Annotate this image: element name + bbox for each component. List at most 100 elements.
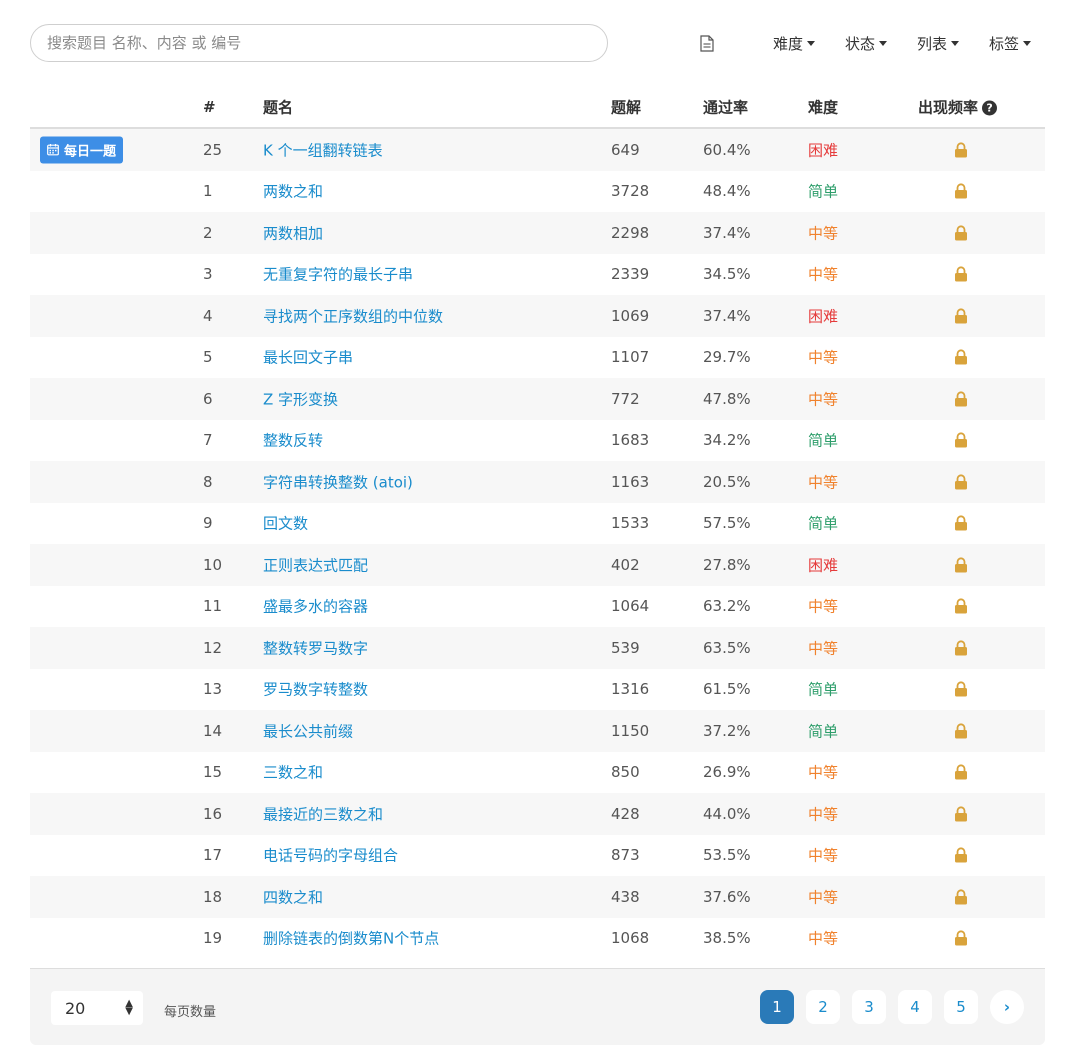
problem-title-link[interactable]: 寻找两个正序数组的中位数 <box>263 305 443 326</box>
page-button-1[interactable]: 1 <box>760 990 794 1024</box>
caret-down-icon <box>806 40 815 46</box>
table-row[interactable]: 13 罗马数字转整数 1316 61.5% 简单 <box>30 669 1045 711</box>
problem-title-link[interactable]: 最接近的三数之和 <box>263 803 383 824</box>
header-frequency[interactable]: 出现频率? <box>918 97 998 118</box>
lock-icon[interactable] <box>954 598 968 614</box>
solution-count: 2298 <box>611 223 650 242</box>
table-header: # 题名 题解 通过率 难度 出现频率? <box>30 87 1045 129</box>
difficulty-label: 中等 <box>808 763 839 782</box>
table-row[interactable]: 1 两数之和 3728 48.4% 简单 <box>30 171 1045 213</box>
acceptance-rate: 34.2% <box>703 431 751 450</box>
table-row[interactable]: 14 最长公共前缀 1150 37.2% 简单 <box>30 710 1045 752</box>
table-row[interactable]: 19 删除链表的倒数第N个节点 1068 38.5% 中等 <box>30 918 1045 960</box>
page-button-3[interactable]: 3 <box>852 990 886 1024</box>
table-row[interactable]: 5 最长回文子串 1107 29.7% 中等 <box>30 337 1045 379</box>
document-icon[interactable] <box>699 34 715 52</box>
solution-count: 772 <box>611 389 640 408</box>
table-row[interactable]: 4 寻找两个正序数组的中位数 1069 37.4% 困难 <box>30 295 1045 337</box>
lock-icon[interactable] <box>954 266 968 282</box>
pagination-footer: 20 ▲ ▼ 每页数量 1 2 3 4 5 › <box>30 968 1045 1045</box>
lock-icon[interactable] <box>954 723 968 739</box>
acceptance-rate: 34.5% <box>703 265 751 284</box>
lock-icon[interactable] <box>954 806 968 822</box>
problem-title-link[interactable]: 回文数 <box>263 513 308 534</box>
table-row[interactable]: 17 电话号码的字母组合 873 53.5% 中等 <box>30 835 1045 877</box>
problem-number: 9 <box>203 514 213 533</box>
lock-icon[interactable] <box>954 681 968 697</box>
lock-icon[interactable] <box>954 349 968 365</box>
problem-title-link[interactable]: 删除链表的倒数第N个节点 <box>263 928 439 949</box>
solution-count: 1069 <box>611 306 650 325</box>
page-button-5[interactable]: 5 <box>944 990 978 1024</box>
header-frequency-label: 出现频率 <box>918 98 979 117</box>
lock-icon[interactable] <box>954 142 968 158</box>
problem-title-link[interactable]: 四数之和 <box>263 886 323 907</box>
help-icon[interactable]: ? <box>982 100 998 116</box>
lock-icon[interactable] <box>954 930 968 946</box>
table-row[interactable]: 每日一题 25 K 个一组翻转链表 649 60.4% 困难 <box>30 129 1045 171</box>
header-difficulty[interactable]: 难度 <box>808 97 838 118</box>
table-row[interactable]: 11 盛最多水的容器 1064 63.2% 中等 <box>30 586 1045 628</box>
lock-icon[interactable] <box>954 515 968 531</box>
next-page-button[interactable]: › <box>990 990 1024 1024</box>
difficulty-label: 简单 <box>808 680 839 699</box>
filter-bar: 难度 状态 列表 标签 <box>699 24 1031 62</box>
lock-icon[interactable] <box>954 432 968 448</box>
table-row[interactable]: 18 四数之和 438 37.6% 中等 <box>30 876 1045 918</box>
table-row[interactable]: 10 正则表达式匹配 402 27.8% 困难 <box>30 544 1045 586</box>
page-button-4[interactable]: 4 <box>898 990 932 1024</box>
problem-title-link[interactable]: 盛最多水的容器 <box>263 596 368 617</box>
lock-icon[interactable] <box>954 474 968 490</box>
status-dropdown[interactable]: 状态 <box>845 33 887 54</box>
difficulty-label: 简单 <box>808 722 839 741</box>
lock-icon[interactable] <box>954 764 968 780</box>
problem-title-link[interactable]: 两数之和 <box>263 181 323 202</box>
lock-icon[interactable] <box>954 557 968 573</box>
table-row[interactable]: 2 两数相加 2298 37.4% 中等 <box>30 212 1045 254</box>
table-row[interactable]: 12 整数转罗马数字 539 63.5% 中等 <box>30 627 1045 669</box>
lock-icon[interactable] <box>954 889 968 905</box>
problem-title-link[interactable]: 罗马数字转整数 <box>263 679 368 700</box>
table-row[interactable]: 15 三数之和 850 26.9% 中等 <box>30 752 1045 794</box>
problem-title-link[interactable]: 最长回文子串 <box>263 347 353 368</box>
problem-title-link[interactable]: K 个一组翻转链表 <box>263 139 383 160</box>
acceptance-rate: 37.6% <box>703 887 751 906</box>
header-num[interactable]: # <box>203 98 216 116</box>
header-title[interactable]: 题名 <box>263 97 293 118</box>
header-solutions[interactable]: 题解 <box>611 97 641 118</box>
problem-title-link[interactable]: 整数反转 <box>263 430 323 451</box>
table-row[interactable]: 9 回文数 1533 57.5% 简单 <box>30 503 1045 545</box>
table-row[interactable]: 8 字符串转换整数 (atoi) 1163 20.5% 中等 <box>30 461 1045 503</box>
page-button-2[interactable]: 2 <box>806 990 840 1024</box>
search-input[interactable] <box>30 24 608 62</box>
problem-title-link[interactable]: 电话号码的字母组合 <box>263 845 398 866</box>
lock-icon[interactable] <box>954 391 968 407</box>
header-acceptance-rate[interactable]: 通过率 <box>703 97 748 118</box>
problem-title-link[interactable]: 最长公共前缀 <box>263 720 353 741</box>
problem-title-link[interactable]: 整数转罗马数字 <box>263 637 368 658</box>
lock-icon[interactable] <box>954 225 968 241</box>
lock-icon[interactable] <box>954 847 968 863</box>
per-page-value: 20 <box>65 998 86 1018</box>
problem-title-link[interactable]: 字符串转换整数 (atoi) <box>263 471 413 492</box>
problem-title-link[interactable]: 两数相加 <box>263 222 323 243</box>
table-row[interactable]: 3 无重复字符的最长子串 2339 34.5% 中等 <box>30 254 1045 296</box>
problem-title-link[interactable]: 三数之和 <box>263 762 323 783</box>
problem-title-link[interactable]: Z 字形变换 <box>263 388 338 409</box>
lock-icon[interactable] <box>954 640 968 656</box>
lock-icon[interactable] <box>954 308 968 324</box>
per-page-select[interactable]: 20 ▲ ▼ <box>51 991 143 1025</box>
daily-problem-badge[interactable]: 每日一题 <box>40 136 124 164</box>
tags-dropdown[interactable]: 标签 <box>989 33 1031 54</box>
difficulty-label: 中等 <box>808 846 839 865</box>
difficulty-dropdown[interactable]: 难度 <box>773 33 815 54</box>
table-row[interactable]: 6 Z 字形变换 772 47.8% 中等 <box>30 378 1045 420</box>
problem-title-link[interactable]: 无重复字符的最长子串 <box>263 264 413 285</box>
solution-count: 850 <box>611 763 640 782</box>
table-row[interactable]: 7 整数反转 1683 34.2% 简单 <box>30 420 1045 462</box>
difficulty-label: 中等 <box>808 390 839 409</box>
list-dropdown[interactable]: 列表 <box>917 33 959 54</box>
problem-title-link[interactable]: 正则表达式匹配 <box>263 554 368 575</box>
table-row[interactable]: 16 最接近的三数之和 428 44.0% 中等 <box>30 793 1045 835</box>
lock-icon[interactable] <box>954 183 968 199</box>
